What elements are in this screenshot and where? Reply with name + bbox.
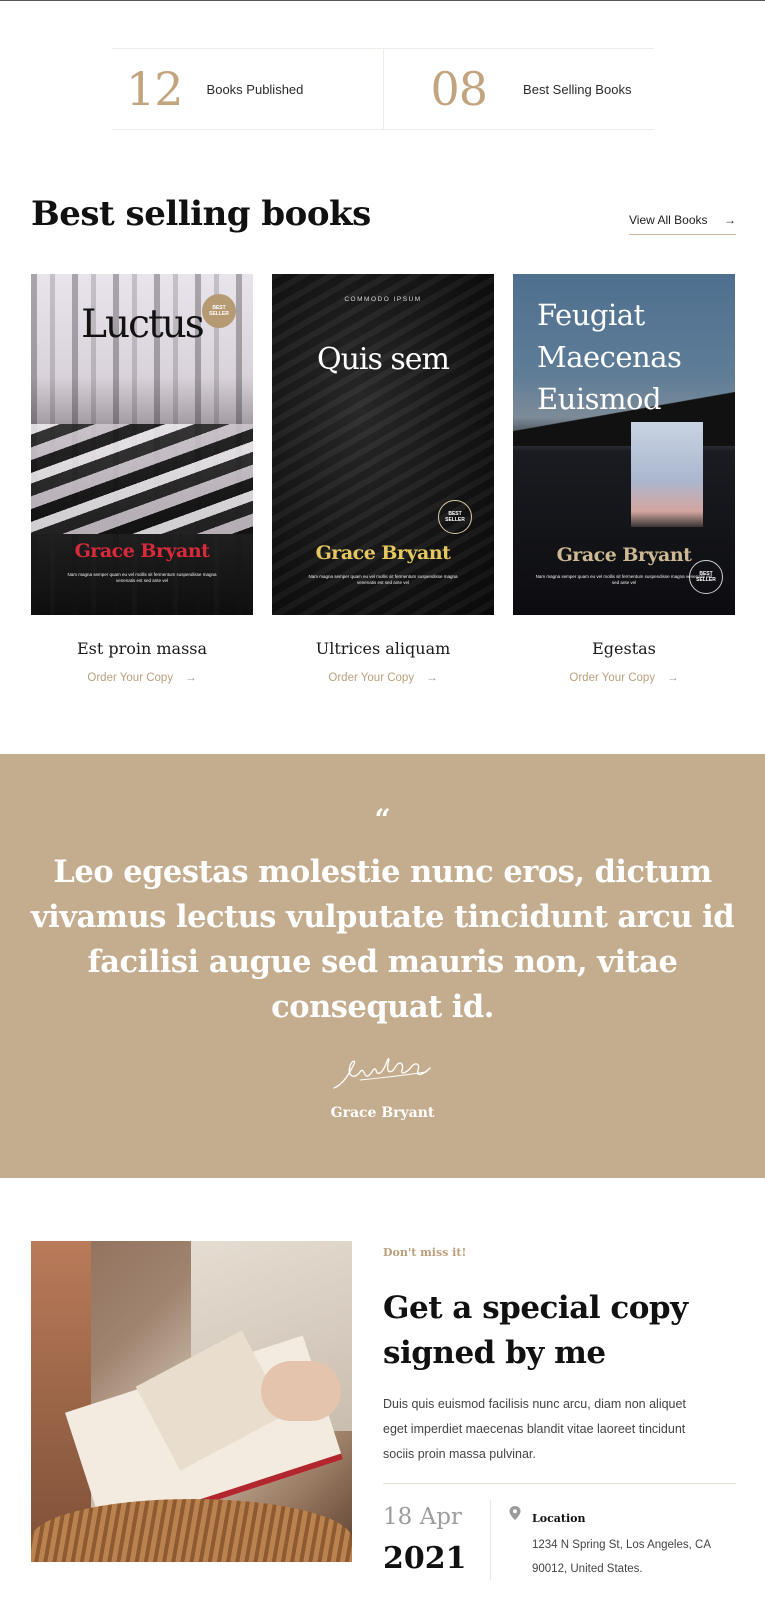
event-date-day: 18 Apr (383, 1504, 462, 1530)
cover-title: Quis sem (316, 342, 450, 377)
divider (490, 1500, 491, 1580)
location-label: Location (532, 1512, 586, 1525)
best-seller-badge: BEST SELLER (202, 294, 236, 328)
cover-author: Grace Bryant (315, 542, 451, 564)
arrow-right-icon: → (185, 672, 197, 684)
arrow-right-icon: → (724, 213, 736, 227)
location-address: 1234 N Spring St, Los Angeles, CA 90012,… (532, 1539, 711, 1575)
signature-image (333, 1058, 431, 1089)
quote-text: Leo egestas molestie nunc eros, dictum v… (30, 854, 735, 1025)
location-pin-icon (509, 1506, 521, 1520)
stat-label: Best Selling Books (523, 81, 632, 97)
book-card: COMMODO IPSUM Quis sem BEST SELLER Grace… (272, 274, 494, 684)
book-cover[interactable]: Luctus BEST SELLER Grace Bryant Nam magn… (31, 274, 253, 615)
signed-copy-description: Duis quis euismod facilisis nunc arcu, d… (383, 1397, 686, 1461)
book-card: Feugiat Maecenas Euismod Grace Bryant BE… (513, 274, 735, 684)
cover-title: Feugiat Maecenas Euismod (537, 294, 682, 420)
order-label: Order Your Copy (87, 672, 174, 684)
cover-blurb: Nam magna semper quam eu vel mollis sit … (308, 574, 458, 585)
top-border (0, 0, 765, 1)
cover-title-line: Feugiat (537, 298, 645, 332)
stat-best-selling: 08 Best Selling Books (382, 49, 655, 129)
event-date-year: 2021 (383, 1541, 467, 1576)
reading-book-photo (31, 1241, 352, 1562)
book-title: Egestas (592, 639, 656, 658)
arrow-right-icon: → (426, 672, 438, 684)
cover-author: Grace Bryant (74, 540, 210, 562)
book-cover[interactable]: COMMODO IPSUM Quis sem BEST SELLER Grace… (272, 274, 494, 615)
cover-artwork (31, 424, 253, 534)
cover-tag: COMMODO IPSUM (344, 296, 422, 303)
stat-number: 08 (430, 62, 489, 116)
best-seller-badge: BEST SELLER (438, 500, 472, 534)
order-copy-link[interactable]: Order Your Copy → (31, 672, 253, 684)
stat-number: 12 (126, 62, 184, 116)
arrow-right-icon: → (667, 672, 679, 684)
cover-title-line: Maecenas (537, 340, 682, 374)
book-cover[interactable]: Feugiat Maecenas Euismod Grace Bryant BE… (513, 274, 735, 615)
book-title: Est proin massa (76, 639, 208, 658)
quote-icon: “ (374, 803, 391, 836)
order-label: Order Your Copy (569, 672, 656, 684)
book-title: Ultrices aliquam (315, 639, 451, 658)
signed-copy-title: Get a special copy signed by me (383, 1290, 688, 1371)
cover-blurb: Nam magna semper quam eu vel mollis sit … (535, 574, 713, 585)
section-title: Best selling books (31, 194, 371, 234)
order-copy-link[interactable]: Order Your Copy → (513, 672, 735, 684)
order-copy-link[interactable]: Order Your Copy → (272, 672, 494, 684)
book-card: Luctus BEST SELLER Grace Bryant Nam magn… (31, 274, 253, 684)
cover-title-line: Euismod (537, 382, 662, 416)
divider (383, 1483, 736, 1484)
stat-books-published: 12 Books Published (112, 49, 383, 129)
cover-blurb: Nam magna semper quam eu vel mollis sit … (67, 572, 217, 583)
stats-bar: 12 Books Published 08 Best Selling Books (112, 48, 654, 130)
view-all-books-link[interactable]: View All Books → (629, 213, 736, 235)
quote-author: Grace Bryant (330, 1105, 435, 1121)
order-label: Order Your Copy (328, 672, 415, 684)
testimonial-section: “ Leo egestas molestie nunc eros, dictum… (0, 754, 765, 1178)
stat-label: Books Published (206, 81, 304, 97)
photo-detail (261, 1361, 341, 1421)
cover-artwork (631, 422, 703, 527)
view-all-label: View All Books (629, 213, 708, 227)
kicker-text: Don't miss it! (383, 1246, 467, 1259)
